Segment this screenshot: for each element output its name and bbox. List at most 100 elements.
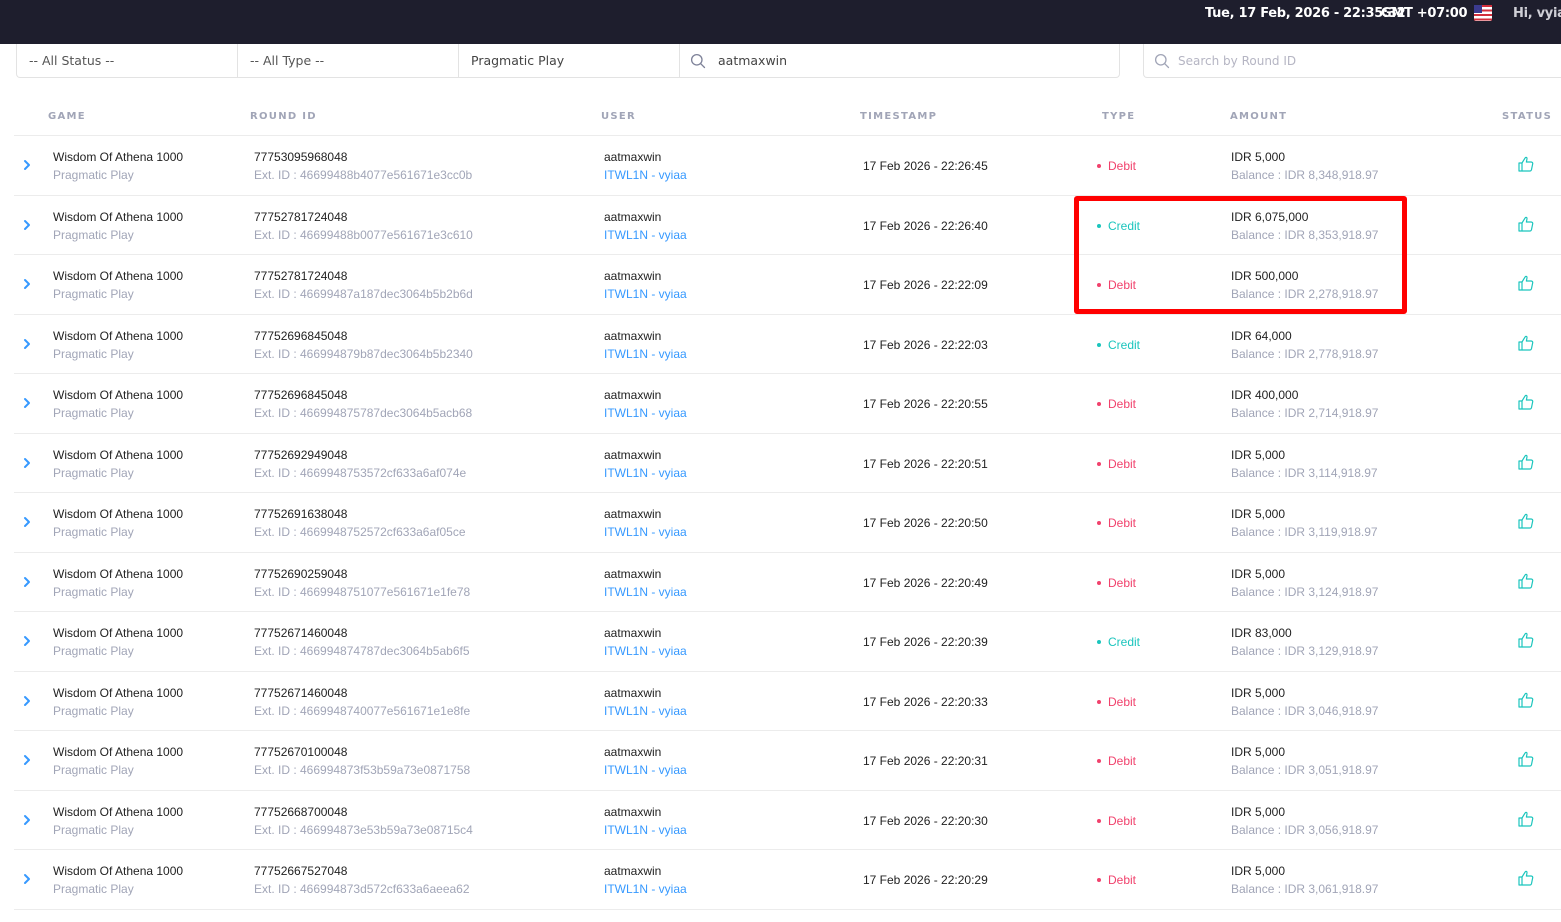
transaction-timestamp: 17 Feb 2026 - 22:20:51 bbox=[863, 456, 988, 471]
type-dot-icon bbox=[1097, 521, 1101, 525]
chevron-right-icon[interactable] bbox=[20, 634, 34, 648]
table-row[interactable]: Wisdom Of Athena 1000 Pragmatic Play 77752… bbox=[14, 315, 1561, 374]
username: aatmaxwin bbox=[604, 804, 662, 819]
column-header-user[interactable]: USER bbox=[601, 111, 636, 122]
game-provider: Pragmatic Play bbox=[53, 763, 134, 777]
agent-link[interactable]: ITWL1N - vyiaa bbox=[604, 644, 687, 658]
us-flag-icon[interactable] bbox=[1474, 4, 1492, 22]
external-id: Ext. ID : 466994879b87dec3064b5b2340 bbox=[254, 346, 473, 361]
agent-link[interactable]: ITWL1N - vyiaa bbox=[604, 823, 687, 837]
table-row[interactable]: Wisdom Of Athena 1000 Pragmatic Play 77753… bbox=[14, 136, 1561, 196]
transaction-type-label: Credit bbox=[1108, 635, 1141, 649]
game-provider: Pragmatic Play bbox=[53, 584, 134, 599]
top-bar: Tue, 17 Feb, 2026 - 22:35:32 GMT +07:00 … bbox=[0, 0, 1561, 44]
round-id: 77753095968048 bbox=[254, 150, 348, 164]
transaction-type-label: Credit bbox=[1108, 337, 1141, 352]
round-id: 77752671460048 bbox=[254, 626, 348, 640]
external-id: Ext. ID : 4669948751077e561671e1fe78 bbox=[254, 584, 471, 599]
transaction-amount: IDR 5,000 bbox=[1231, 447, 1286, 462]
table-row[interactable]: Wisdom Of Athena 1000 Pragmatic Play 77752… bbox=[14, 493, 1561, 553]
chevron-right-icon[interactable] bbox=[20, 277, 34, 291]
type-filter-select[interactable]: -- All Type -- bbox=[238, 44, 459, 77]
table-row[interactable]: Wisdom Of Athena 1000 Pragmatic Play 77752… bbox=[14, 612, 1561, 672]
table-row[interactable]: Wisdom Of Athena 1000 Pragmatic Play 77752… bbox=[14, 672, 1561, 731]
status-filter-select[interactable]: -- All Status -- bbox=[17, 44, 238, 77]
column-header-status[interactable]: STATUS bbox=[1502, 111, 1552, 122]
username: aatmaxwin bbox=[604, 626, 662, 640]
round-id: 77752781724048 bbox=[254, 269, 348, 283]
round-id: 77752696845048 bbox=[254, 328, 348, 343]
transaction-amount: IDR 5,000 bbox=[1231, 804, 1286, 819]
round-id: 77752668700048 bbox=[254, 804, 348, 819]
transaction-type-badge: Debit bbox=[1097, 397, 1136, 411]
transaction-amount: IDR 500,000 bbox=[1231, 269, 1299, 283]
transaction-type-label: Debit bbox=[1108, 456, 1137, 471]
chevron-right-icon[interactable] bbox=[20, 515, 34, 529]
transaction-amount: IDR 83,000 bbox=[1231, 626, 1292, 640]
external-id: Ext. ID : 466994873f53b59a73e0871758 bbox=[254, 763, 471, 777]
status-filter-value: -- All Status -- bbox=[29, 53, 115, 68]
chevron-right-icon[interactable] bbox=[20, 456, 34, 470]
table-row[interactable]: Wisdom Of Athena 1000 Pragmatic Play 77752… bbox=[14, 196, 1561, 255]
thumbs-up-icon bbox=[1518, 751, 1534, 767]
column-header-timestamp[interactable]: TIMESTAMP bbox=[860, 111, 937, 122]
transaction-timestamp: 17 Feb 2026 - 22:26:45 bbox=[863, 159, 988, 173]
transaction-amount: IDR 64,000 bbox=[1231, 328, 1292, 343]
game-provider: Pragmatic Play bbox=[53, 465, 134, 480]
balance-after: Balance : IDR 2,714,918.97 bbox=[1231, 406, 1379, 420]
balance-after: Balance : IDR 3,119,918.97 bbox=[1231, 525, 1378, 539]
agent-link[interactable]: ITWL1N - vyiaa bbox=[604, 525, 687, 539]
agent-link[interactable]: ITWL1N - vyiaa bbox=[604, 228, 687, 242]
chevron-right-icon[interactable] bbox=[20, 753, 34, 767]
round-id-search-input[interactable] bbox=[1178, 53, 1538, 68]
external-id: Ext. ID : 46699488b0077e561671e3c610 bbox=[254, 227, 473, 242]
transaction-type-badge: Debit bbox=[1097, 576, 1136, 590]
agent-link[interactable]: ITWL1N - vyiaa bbox=[604, 882, 687, 896]
provider-filter-select[interactable]: Pragmatic Play bbox=[459, 44, 680, 77]
table-row[interactable]: Wisdom Of Athena 1000 Pragmatic Play 77752… bbox=[14, 434, 1561, 493]
agent-link[interactable]: ITWL1N - vyiaa bbox=[604, 704, 687, 718]
table-row[interactable]: Wisdom Of Athena 1000 Pragmatic Play 77752… bbox=[14, 374, 1561, 434]
agent-link[interactable]: ITWL1N - vyiaa bbox=[604, 347, 687, 361]
chevron-right-icon[interactable] bbox=[20, 158, 34, 172]
balance-after: Balance : IDR 8,353,918.97 bbox=[1231, 227, 1379, 242]
agent-link[interactable]: ITWL1N - vyiaa bbox=[604, 763, 687, 777]
table-row[interactable]: Wisdom Of Athena 1000 Pragmatic Play 77752… bbox=[14, 791, 1561, 850]
game-name: Wisdom Of Athena 1000 bbox=[53, 269, 184, 283]
agent-link[interactable]: ITWL1N - vyiaa bbox=[604, 585, 687, 599]
timezone-label: GMT +07:00 bbox=[1381, 6, 1468, 21]
username: aatmaxwin bbox=[604, 328, 662, 343]
table-row[interactable]: Wisdom Of Athena 1000 Pragmatic Play 77752… bbox=[14, 731, 1561, 791]
column-header-game[interactable]: GAME bbox=[48, 111, 86, 122]
table-row[interactable]: Wisdom Of Athena 1000 Pragmatic Play 77752… bbox=[14, 255, 1561, 315]
column-header-round-id[interactable]: ROUND ID bbox=[250, 111, 317, 122]
username: aatmaxwin bbox=[604, 566, 662, 581]
chevron-right-icon[interactable] bbox=[20, 337, 34, 351]
transaction-timestamp: 17 Feb 2026 - 22:20:29 bbox=[863, 873, 988, 887]
chevron-right-icon[interactable] bbox=[20, 575, 34, 589]
agent-link[interactable]: ITWL1N - vyiaa bbox=[604, 287, 687, 301]
transaction-amount: IDR 5,000 bbox=[1231, 864, 1286, 878]
round-id: 77752781724048 bbox=[254, 209, 348, 224]
user-greeting[interactable]: Hi, vyiac bbox=[1513, 6, 1561, 21]
agent-link[interactable]: ITWL1N - vyiaa bbox=[604, 406, 687, 420]
game-provider: Pragmatic Play bbox=[53, 346, 134, 361]
transaction-amount: IDR 6,075,000 bbox=[1231, 209, 1309, 224]
agent-link[interactable]: ITWL1N - vyiaa bbox=[604, 168, 687, 182]
table-row[interactable]: Wisdom Of Athena 1000 Pragmatic Play 77752… bbox=[14, 553, 1561, 612]
agent-link[interactable]: ITWL1N - vyiaa bbox=[604, 466, 687, 480]
chevron-right-icon[interactable] bbox=[20, 813, 34, 827]
current-datetime: Tue, 17 Feb, 2026 - 22:35:32 bbox=[1205, 6, 1406, 21]
chevron-right-icon[interactable] bbox=[20, 872, 34, 886]
chevron-right-icon[interactable] bbox=[20, 694, 34, 708]
username: aatmaxwin bbox=[604, 685, 662, 700]
transaction-timestamp: 17 Feb 2026 - 22:20:55 bbox=[863, 397, 988, 411]
column-header-amount[interactable]: AMOUNT bbox=[1230, 111, 1287, 122]
chevron-right-icon[interactable] bbox=[20, 218, 34, 232]
transaction-timestamp: 17 Feb 2026 - 22:20:30 bbox=[863, 813, 988, 828]
column-header-type[interactable]: TYPE bbox=[1102, 111, 1135, 122]
chevron-right-icon[interactable] bbox=[20, 396, 34, 410]
table-row[interactable]: Wisdom Of Athena 1000 Pragmatic Play 77752… bbox=[14, 850, 1561, 910]
table-header: GAME ROUND ID USER TIMESTAMP TYPE AMOUNT… bbox=[0, 108, 1561, 128]
user-search-input[interactable]: aatmaxwin bbox=[680, 44, 1119, 77]
